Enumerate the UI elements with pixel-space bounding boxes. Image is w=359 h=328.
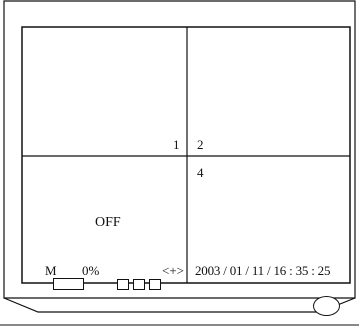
arrow-indicator: <+>	[162, 263, 184, 278]
channel-2-label: 2	[197, 137, 204, 152]
control-panel-outline	[3, 297, 356, 313]
channel-1-label: 1	[173, 137, 180, 152]
channel-4-label: 4	[197, 165, 204, 180]
power-knob[interactable]	[313, 296, 340, 316]
front-wide-button[interactable]	[53, 278, 84, 290]
front-square-button-2[interactable]	[133, 279, 145, 290]
front-square-button-1[interactable]	[117, 279, 129, 290]
front-square-button-3[interactable]	[149, 279, 161, 290]
percent-indicator: 0%	[82, 263, 100, 278]
datetime-display: 2003 / 01 / 11 / 16 : 35 : 25	[195, 263, 331, 278]
status-off-text: OFF	[95, 215, 121, 230]
display-screen	[21, 26, 351, 284]
mode-indicator: M	[45, 263, 57, 278]
